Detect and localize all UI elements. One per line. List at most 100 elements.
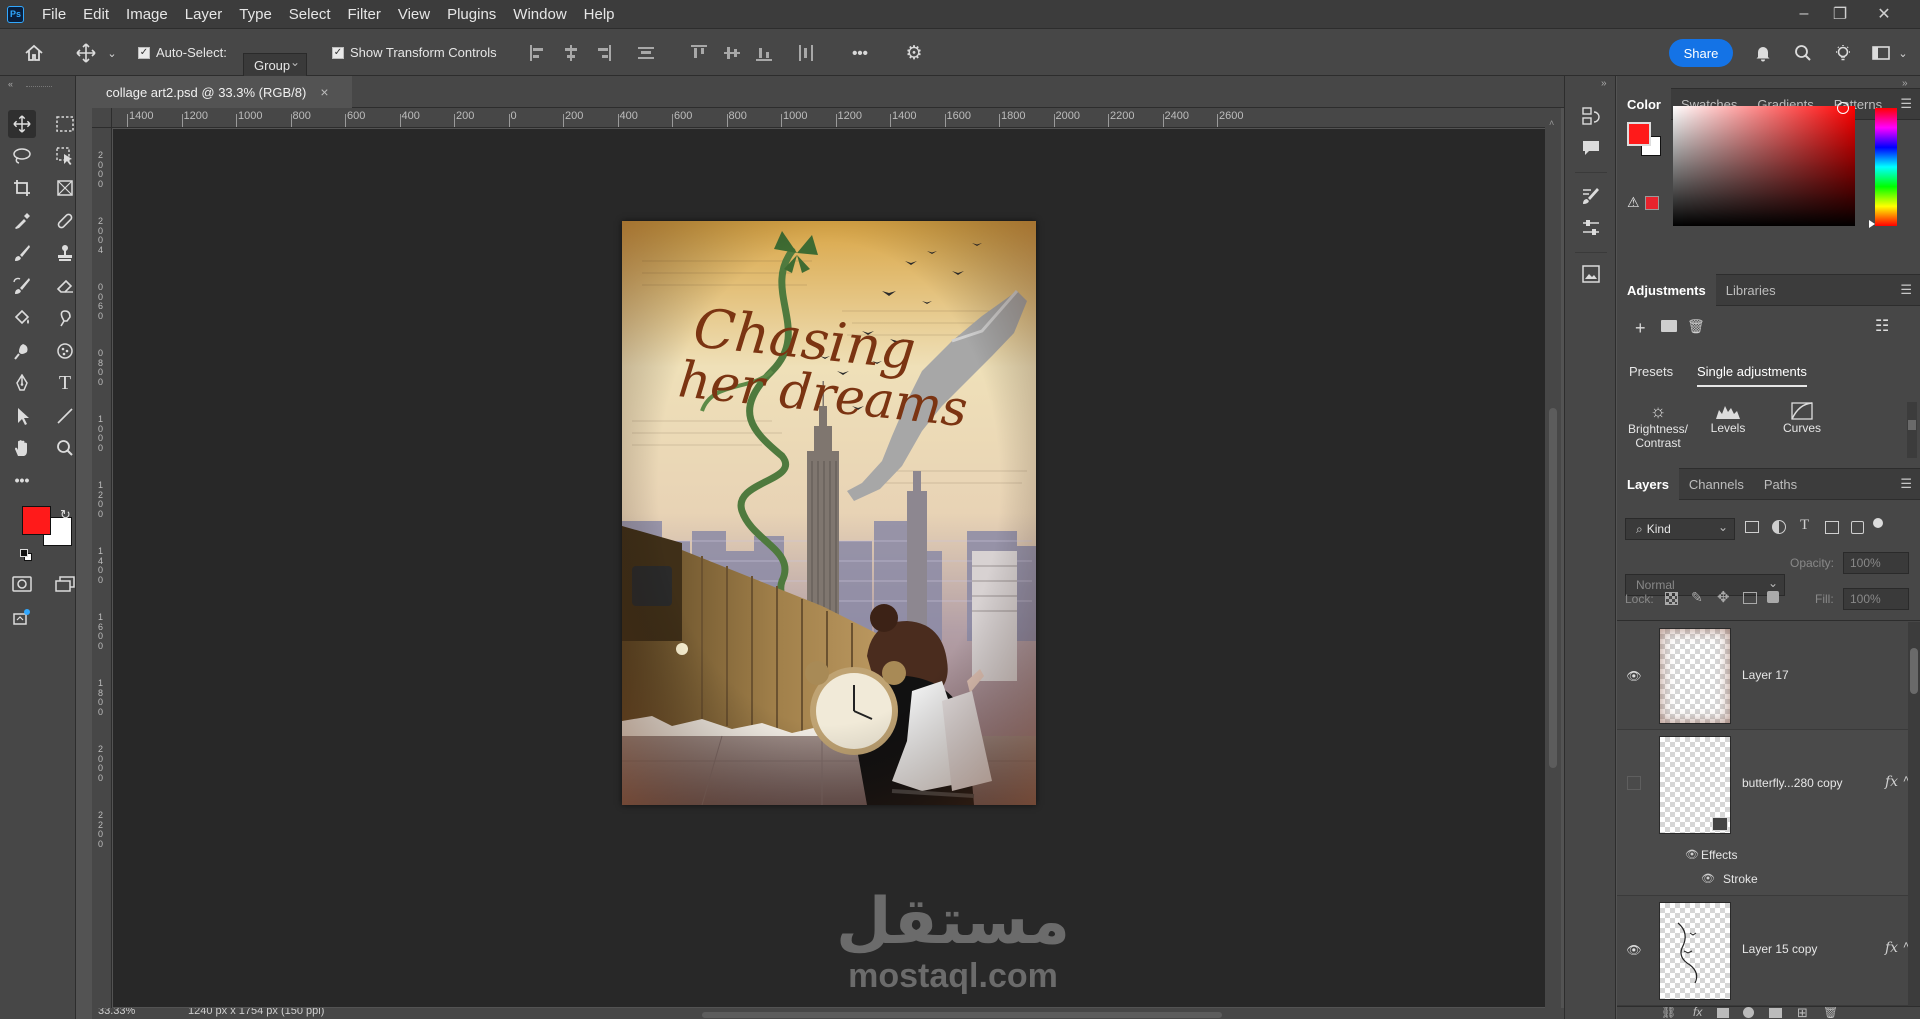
add-style-icon[interactable]: fx <box>1693 1007 1702 1019</box>
menu-filter[interactable]: Filter <box>348 6 381 23</box>
eye-icon[interactable]: 👁 <box>1685 848 1699 861</box>
vertical-ruler[interactable]: 2000200400600800100012001400160018002000… <box>92 128 112 1008</box>
marquee-tool-icon[interactable] <box>51 110 79 138</box>
panel-menu-icon[interactable]: ☰ <box>1900 476 1912 492</box>
menu-edit[interactable]: Edit <box>83 6 109 23</box>
new-layer-icon[interactable]: ⊞ <box>1797 1007 1808 1019</box>
eraser-tool-icon[interactable] <box>51 272 79 300</box>
workspace-icon[interactable] <box>1869 41 1893 65</box>
paint-bucket-tool-icon[interactable] <box>8 304 36 332</box>
menu-plugins[interactable]: Plugins <box>447 6 496 23</box>
layer-filter-kind-dropdown[interactable]: ⌕ Kind <box>1625 518 1735 540</box>
curves-button[interactable]: Curves <box>1775 402 1829 442</box>
zoom-level[interactable]: 33.33% <box>98 1008 135 1017</box>
subtab-presets[interactable]: Presets <box>1629 364 1673 379</box>
screen-mode-icon[interactable] <box>51 570 79 598</box>
hue-slider-handle[interactable] <box>1869 220 1875 228</box>
filter-pixel-icon[interactable] <box>1745 521 1759 533</box>
horizontal-ruler[interactable]: 1400 1200 1000 800 600 400 200 0 200 400 600 800 100… <box>112 108 1561 128</box>
layer-name[interactable]: Layer 15 copy <box>1742 942 1817 956</box>
sponge-tool-icon[interactable] <box>51 337 79 365</box>
move-tool-icon[interactable] <box>8 110 36 138</box>
bell-icon[interactable] <box>1751 41 1775 65</box>
hand-tool-icon[interactable] <box>8 434 36 462</box>
align-center-icon[interactable] <box>562 44 580 62</box>
chevron-down-icon[interactable]: ⌄ <box>106 43 118 63</box>
swap-colors-icon[interactable]: ↻ <box>60 507 71 523</box>
tab-adjustments[interactable]: Adjustments <box>1617 274 1716 306</box>
menu-image[interactable]: Image <box>126 6 168 23</box>
vertical-scrollbar[interactable]: ˄ <box>1545 108 1561 1008</box>
layer-effects-icon[interactable]: fx <box>1885 774 1898 790</box>
auto-select-dropdown[interactable]: Group <box>243 53 307 77</box>
path-selection-tool-icon[interactable] <box>8 402 36 430</box>
align-right-icon[interactable] <box>594 44 612 62</box>
canvas-area[interactable]: Chasing her dreams مستقل mostaql.com <box>113 129 1545 1007</box>
layer-effects-icon[interactable]: fx <box>1885 940 1898 956</box>
visibility-toggle-off[interactable] <box>1627 776 1641 790</box>
brush-tool-icon[interactable] <box>8 239 36 267</box>
menu-help[interactable]: Help <box>584 6 615 23</box>
align-top-icon[interactable] <box>690 44 708 62</box>
object-selection-tool-icon[interactable] <box>51 142 79 170</box>
pen-tool-icon[interactable] <box>8 369 36 397</box>
menu-layer[interactable]: Layer <box>185 6 223 23</box>
tab-layers[interactable]: Layers <box>1617 468 1679 500</box>
quick-mask-icon[interactable] <box>8 570 36 598</box>
lasso-tool-icon[interactable] <box>8 142 36 170</box>
gamut-color-swatch[interactable] <box>1645 196 1659 210</box>
link-layers-icon[interactable]: ⛓ <box>1661 1007 1676 1019</box>
move-tool-icon[interactable] <box>74 41 98 65</box>
edit-toolbar-icon[interactable]: ••• <box>8 466 36 494</box>
filter-type-icon[interactable]: T <box>1800 517 1809 534</box>
lightbulb-icon[interactable] <box>1831 41 1855 65</box>
distribute-horizontal-icon[interactable] <box>637 44 655 62</box>
collapse-panel-icon[interactable]: « <box>8 79 13 89</box>
libraries-icon[interactable] <box>1577 260 1605 288</box>
lock-transparent-icon[interactable] <box>1665 592 1678 605</box>
close-tab-icon[interactable]: × <box>320 84 328 100</box>
filter-shape-icon[interactable] <box>1825 521 1839 534</box>
horizontal-scrollbar-thumb[interactable] <box>702 1012 1222 1018</box>
chevron-down-icon[interactable]: ⌄ <box>1897 43 1909 63</box>
clone-stamp-tool-icon[interactable] <box>51 239 79 267</box>
line-tool-icon[interactable] <box>51 402 79 430</box>
more-options-icon[interactable]: ••• <box>846 41 874 65</box>
smudge-tool-icon[interactable] <box>51 304 79 332</box>
foreground-color-swatch[interactable] <box>22 506 51 535</box>
opacity-field[interactable]: 100% <box>1843 552 1909 574</box>
document-tab[interactable]: collage art2.psd @ 33.3% (RGB/8) × <box>92 76 352 108</box>
filter-smart-object-icon[interactable] <box>1851 521 1864 534</box>
panel-grip[interactable] <box>26 86 52 88</box>
collage-artwork[interactable]: Chasing her dreams <box>622 221 1036 805</box>
eye-icon[interactable]: 👁 <box>1701 872 1715 885</box>
menu-type[interactable]: Type <box>239 6 272 23</box>
layer-row[interactable]: 👁 Layer 15 copy fx ˄ <box>1617 896 1913 1006</box>
auto-select-checkbox[interactable]: ✓ Auto-Select: <box>138 45 227 60</box>
menu-view[interactable]: View <box>398 6 430 23</box>
search-icon[interactable] <box>1791 41 1815 65</box>
adjustments-scrollbar[interactable] <box>1907 402 1917 458</box>
type-tool-icon[interactable]: T <box>51 369 79 397</box>
history-icon[interactable] <box>1577 102 1605 130</box>
eye-icon[interactable]: 👁 <box>1626 668 1642 684</box>
subtab-single-adjustments[interactable]: Single adjustments <box>1697 364 1807 387</box>
generative-tool-icon[interactable] <box>8 603 36 631</box>
healing-brush-tool-icon[interactable] <box>51 207 79 235</box>
effect-stroke-label[interactable]: Stroke <box>1723 872 1758 886</box>
layer-row[interactable]: 👁 Layer 17 <box>1617 622 1913 730</box>
eye-icon[interactable]: 👁 <box>1626 942 1642 958</box>
close-window-button[interactable]: ✕ <box>1866 0 1902 28</box>
align-bottom-icon[interactable] <box>755 44 773 62</box>
share-button[interactable]: Share <box>1669 39 1733 67</box>
lock-all-icon[interactable] <box>1767 591 1779 603</box>
scrollbar-thumb[interactable] <box>1549 408 1557 768</box>
menu-select[interactable]: Select <box>289 6 331 23</box>
ruler-origin[interactable] <box>92 108 112 128</box>
zoom-tool-icon[interactable] <box>51 434 79 462</box>
add-mask-icon[interactable] <box>1717 1008 1729 1018</box>
gear-icon[interactable]: ⚙ <box>902 41 926 65</box>
collapse-dock-icon[interactable]: » <box>1601 78 1607 89</box>
minimize-button[interactable]: – <box>1786 0 1822 28</box>
layers-scrollbar-thumb[interactable] <box>1910 648 1918 694</box>
